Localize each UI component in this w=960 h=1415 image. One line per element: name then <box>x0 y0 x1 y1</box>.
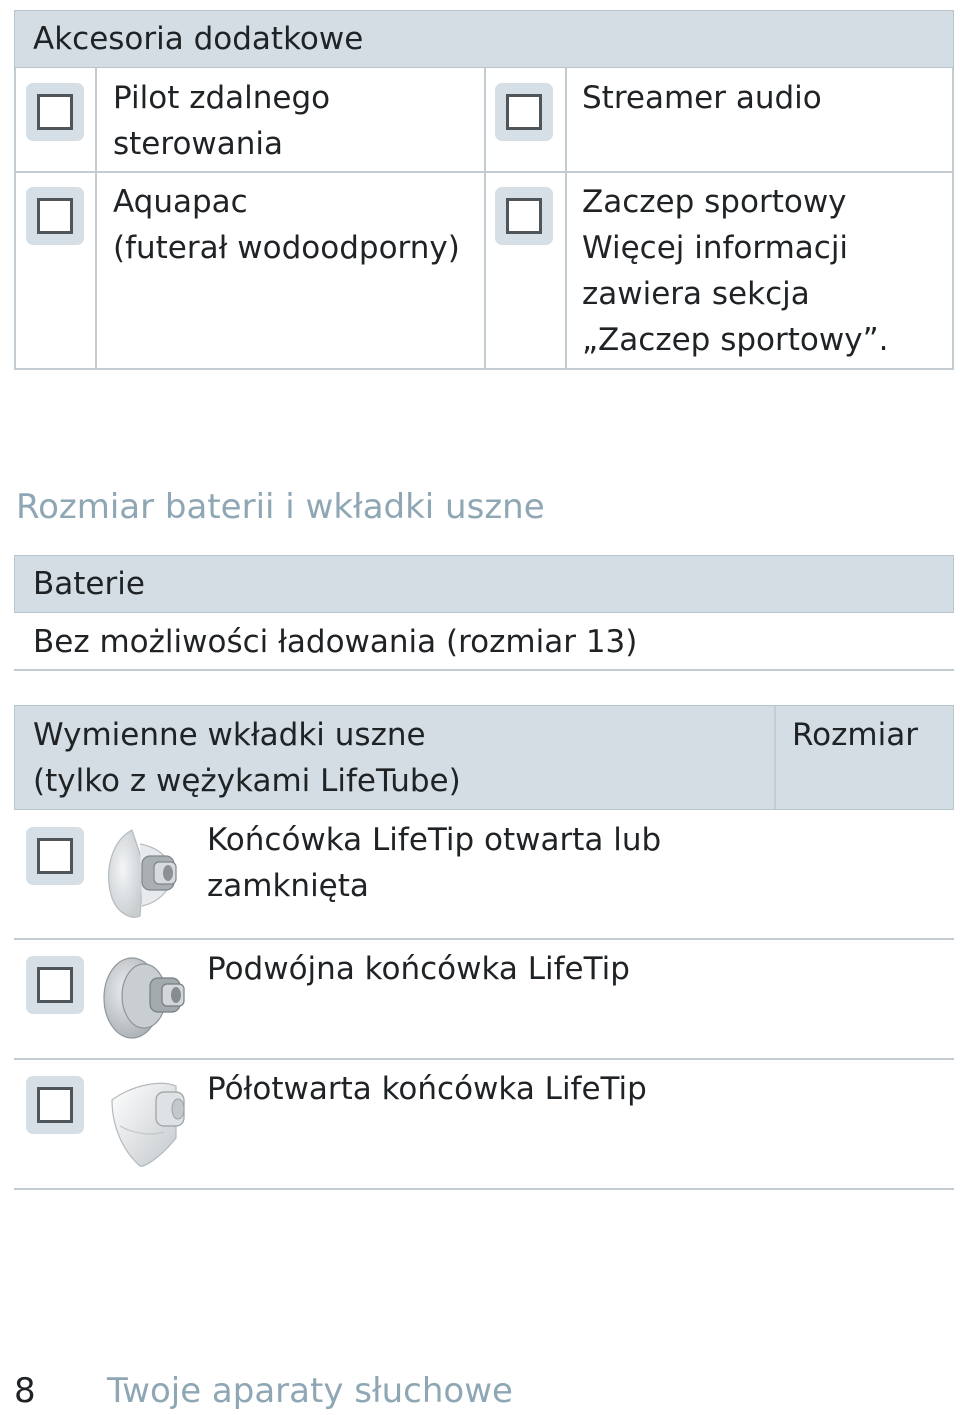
tip-divider <box>14 1058 954 1060</box>
checkbox-audio-streamer[interactable] <box>495 83 553 141</box>
table-border-right <box>952 68 954 370</box>
checkbox-double-tip[interactable] <box>26 956 84 1014</box>
open-dome-icon <box>108 829 177 918</box>
checkbox-remote-control[interactable] <box>26 83 84 141</box>
checkbox-semi-open-tip[interactable] <box>26 1076 84 1134</box>
accessory-label: Streamer audio <box>582 80 822 116</box>
tip-divider <box>14 1188 954 1190</box>
tip-label: Podwójna końcówka LifeTip <box>207 951 630 987</box>
checkbox-open-closed-tip[interactable] <box>26 827 84 885</box>
col-divider <box>484 68 486 370</box>
accessory-label: Pilot zdalnego sterowania <box>113 80 331 162</box>
double-dome-icon <box>103 957 185 1039</box>
ear-tips-header-text: Wymienne wkładki uszne (tylko z wężykami… <box>33 717 461 799</box>
size-header-text: Rozmiar <box>792 717 918 753</box>
accessory-label: Aquapac (futerał wodoodporny) <box>113 184 460 266</box>
accessory-label: Zaczep sportowy Więcej informacji zawier… <box>582 184 889 358</box>
footer-title: Twoje aparaty słuchowe <box>107 1371 513 1411</box>
checkbox-aquapac[interactable] <box>26 187 84 245</box>
tip-divider <box>14 938 954 940</box>
tip-label: Półotwarta końcówka LifeTip <box>207 1071 647 1107</box>
section-title: Rozmiar baterii i wkładki uszne <box>16 487 545 527</box>
checkbox-sport-clip[interactable] <box>495 187 553 245</box>
battery-divider <box>14 669 954 671</box>
semi-open-dome-icon <box>111 1082 185 1167</box>
page-number: 8 <box>14 1371 36 1411</box>
accessories-header-text: Akcesoria dodatkowe <box>33 21 364 57</box>
battery-header <box>14 555 954 613</box>
ear-tips-header-divider <box>774 706 776 809</box>
tip-label: Końcówka LifeTip otwarta lub zamknięta <box>207 822 662 904</box>
col-divider <box>95 68 97 370</box>
battery-value: Bez możliwości ładowania (rozmiar 13) <box>33 624 638 660</box>
table-border-left <box>14 68 16 370</box>
battery-header-text: Baterie <box>33 566 145 602</box>
col-divider <box>565 68 567 370</box>
